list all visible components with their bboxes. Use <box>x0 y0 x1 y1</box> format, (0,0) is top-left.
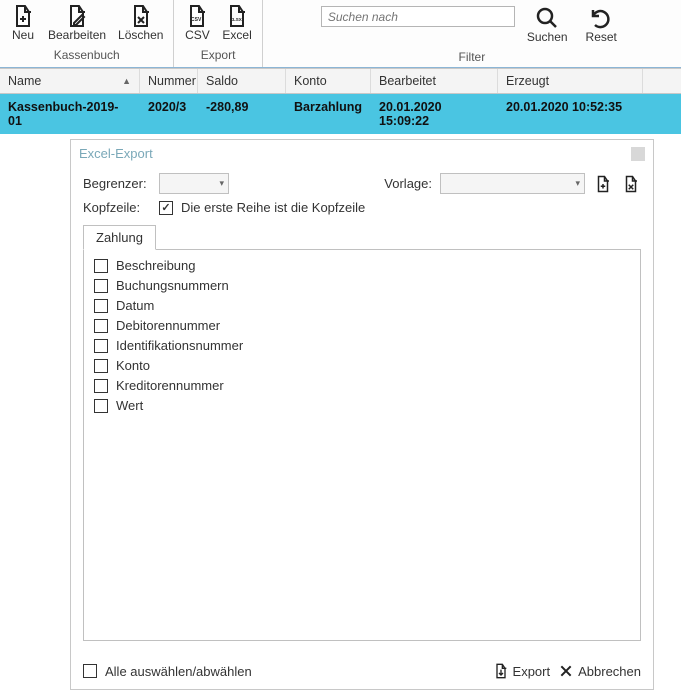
excel-button[interactable]: XLSX Excel <box>216 2 257 44</box>
table-row[interactable]: Kassenbuch-2019-01 2020/3 -280,89 Barzah… <box>0 94 681 134</box>
csv-icon: CSV <box>185 4 209 28</box>
new-label: Neu <box>12 28 34 42</box>
field-label: Konto <box>116 358 150 373</box>
col-header-bearbeitet[interactable]: Bearbeitet <box>371 69 498 93</box>
field-label: Buchungsnummern <box>116 278 229 293</box>
excel-export-dialog: Excel-Export Begrenzer: ▾ Vorlage: ▾ Kop… <box>70 139 654 690</box>
ribbon-toolbar: Neu Bearbeiten Löschen Kassenbuch CSV CS… <box>0 0 681 68</box>
cell-erzeugt: 20.01.2020 10:52:35 <box>498 94 643 134</box>
begrenzer-label: Begrenzer: <box>83 176 151 191</box>
file-plus-icon <box>11 4 35 28</box>
field-row: Beschreibung <box>94 258 630 273</box>
col-header-name[interactable]: Name ▲ <box>0 69 140 93</box>
cell-bearbeitet: 20.01.2020 15:09:22 <box>371 94 498 134</box>
begrenzer-combo[interactable]: ▾ <box>159 173 229 194</box>
ribbon-group-filter-label: Filter <box>267 46 677 67</box>
template-delete-button[interactable] <box>621 174 641 194</box>
export-icon <box>493 663 509 679</box>
vorlage-combo[interactable]: ▾ <box>440 173 585 194</box>
field-label: Beschreibung <box>116 258 196 273</box>
field-checkbox[interactable] <box>94 299 108 313</box>
tab-zahlung[interactable]: Zahlung <box>83 225 156 250</box>
svg-text:XLSX: XLSX <box>230 17 242 22</box>
ribbon-group-filter: Suchen Reset Filter <box>263 0 681 67</box>
csv-label: CSV <box>185 28 210 42</box>
chevron-down-icon: ▾ <box>219 178 224 189</box>
delete-button[interactable]: Löschen <box>112 2 169 44</box>
cancel-button-label: Abbrechen <box>578 664 641 679</box>
file-delete-icon <box>622 175 640 193</box>
cell-nummer: 2020/3 <box>140 94 198 134</box>
sort-asc-icon: ▲ <box>122 76 131 86</box>
search-icon <box>535 6 559 30</box>
svg-text:CSV: CSV <box>191 17 202 23</box>
file-delete-icon <box>129 4 153 28</box>
field-checkbox[interactable] <box>94 259 108 273</box>
field-checkbox[interactable] <box>94 339 108 353</box>
excel-label: Excel <box>222 28 251 42</box>
file-plus-icon <box>594 175 612 193</box>
dialog-close-button[interactable] <box>631 147 645 161</box>
field-checkbox[interactable] <box>94 359 108 373</box>
field-label: Kreditorennummer <box>116 378 224 393</box>
kopfzeile-text: Die erste Reihe ist die Kopfzeile <box>181 200 365 215</box>
cell-name: Kassenbuch-2019-01 <box>0 94 140 134</box>
cell-saldo: -280,89 <box>198 94 286 134</box>
dialog-titlebar: Excel-Export <box>71 140 653 167</box>
field-row: Datum <box>94 298 630 313</box>
field-row: Wert <box>94 398 630 413</box>
ribbon-group-export: CSV CSV XLSX Excel Export <box>174 0 262 67</box>
field-label: Datum <box>116 298 154 313</box>
field-row: Kreditorennummer <box>94 378 630 393</box>
tab-panel-zahlung: Beschreibung Buchungsnummern Datum Debitore… <box>83 249 641 641</box>
tab-zahlung-label: Zahlung <box>96 230 143 245</box>
kopfzeile-label: Kopfzeile: <box>83 200 151 215</box>
close-icon <box>558 663 574 679</box>
kopfzeile-checkbox[interactable]: ✓ <box>159 201 173 215</box>
field-checkbox[interactable] <box>94 319 108 333</box>
grid-header: Name ▲ Nummer Saldo Konto Bearbeitet Erz… <box>0 68 681 94</box>
field-checkbox[interactable] <box>94 279 108 293</box>
field-label: Debitorennummer <box>116 318 220 333</box>
cancel-button[interactable]: Abbrechen <box>558 663 641 679</box>
ribbon-group-kassenbuch-label: Kassenbuch <box>4 44 169 65</box>
xlsx-icon: XLSX <box>225 4 249 28</box>
chevron-down-icon: ▾ <box>575 178 580 189</box>
reset-label: Reset <box>586 30 617 44</box>
search-button[interactable]: Suchen <box>521 4 574 46</box>
select-all-checkbox[interactable] <box>83 664 97 678</box>
search-input[interactable] <box>321 6 515 27</box>
delete-label: Löschen <box>118 28 163 42</box>
col-header-saldo[interactable]: Saldo <box>198 69 286 93</box>
field-row: Buchungsnummern <box>94 278 630 293</box>
edit-label: Bearbeiten <box>48 28 106 42</box>
col-header-erzeugt[interactable]: Erzeugt <box>498 69 643 93</box>
new-button[interactable]: Neu <box>4 2 42 44</box>
file-edit-icon <box>65 4 89 28</box>
edit-button[interactable]: Bearbeiten <box>42 2 112 44</box>
select-all-label: Alle auswählen/abwählen <box>105 664 252 679</box>
col-header-nummer[interactable]: Nummer <box>140 69 198 93</box>
field-checkbox[interactable] <box>94 399 108 413</box>
ribbon-group-export-label: Export <box>178 44 257 65</box>
ribbon-group-kassenbuch: Neu Bearbeiten Löschen Kassenbuch <box>0 0 174 67</box>
vorlage-label: Vorlage: <box>384 176 432 191</box>
template-add-button[interactable] <box>593 174 613 194</box>
field-row: Identifikationsnummer <box>94 338 630 353</box>
field-row: Debitorennummer <box>94 318 630 333</box>
col-header-konto[interactable]: Konto <box>286 69 371 93</box>
cell-konto: Barzahlung <box>286 94 371 134</box>
csv-button[interactable]: CSV CSV <box>178 2 216 44</box>
field-row: Konto <box>94 358 630 373</box>
field-label: Wert <box>116 398 143 413</box>
export-button-label: Export <box>513 664 551 679</box>
dialog-title-text: Excel-Export <box>79 146 153 161</box>
field-checkbox[interactable] <box>94 379 108 393</box>
col-header-name-label: Name <box>8 74 41 88</box>
reset-button[interactable]: Reset <box>580 4 623 46</box>
field-label: Identifikationsnummer <box>116 338 243 353</box>
export-button[interactable]: Export <box>493 663 551 679</box>
search-label: Suchen <box>527 30 568 44</box>
undo-icon <box>589 6 613 30</box>
